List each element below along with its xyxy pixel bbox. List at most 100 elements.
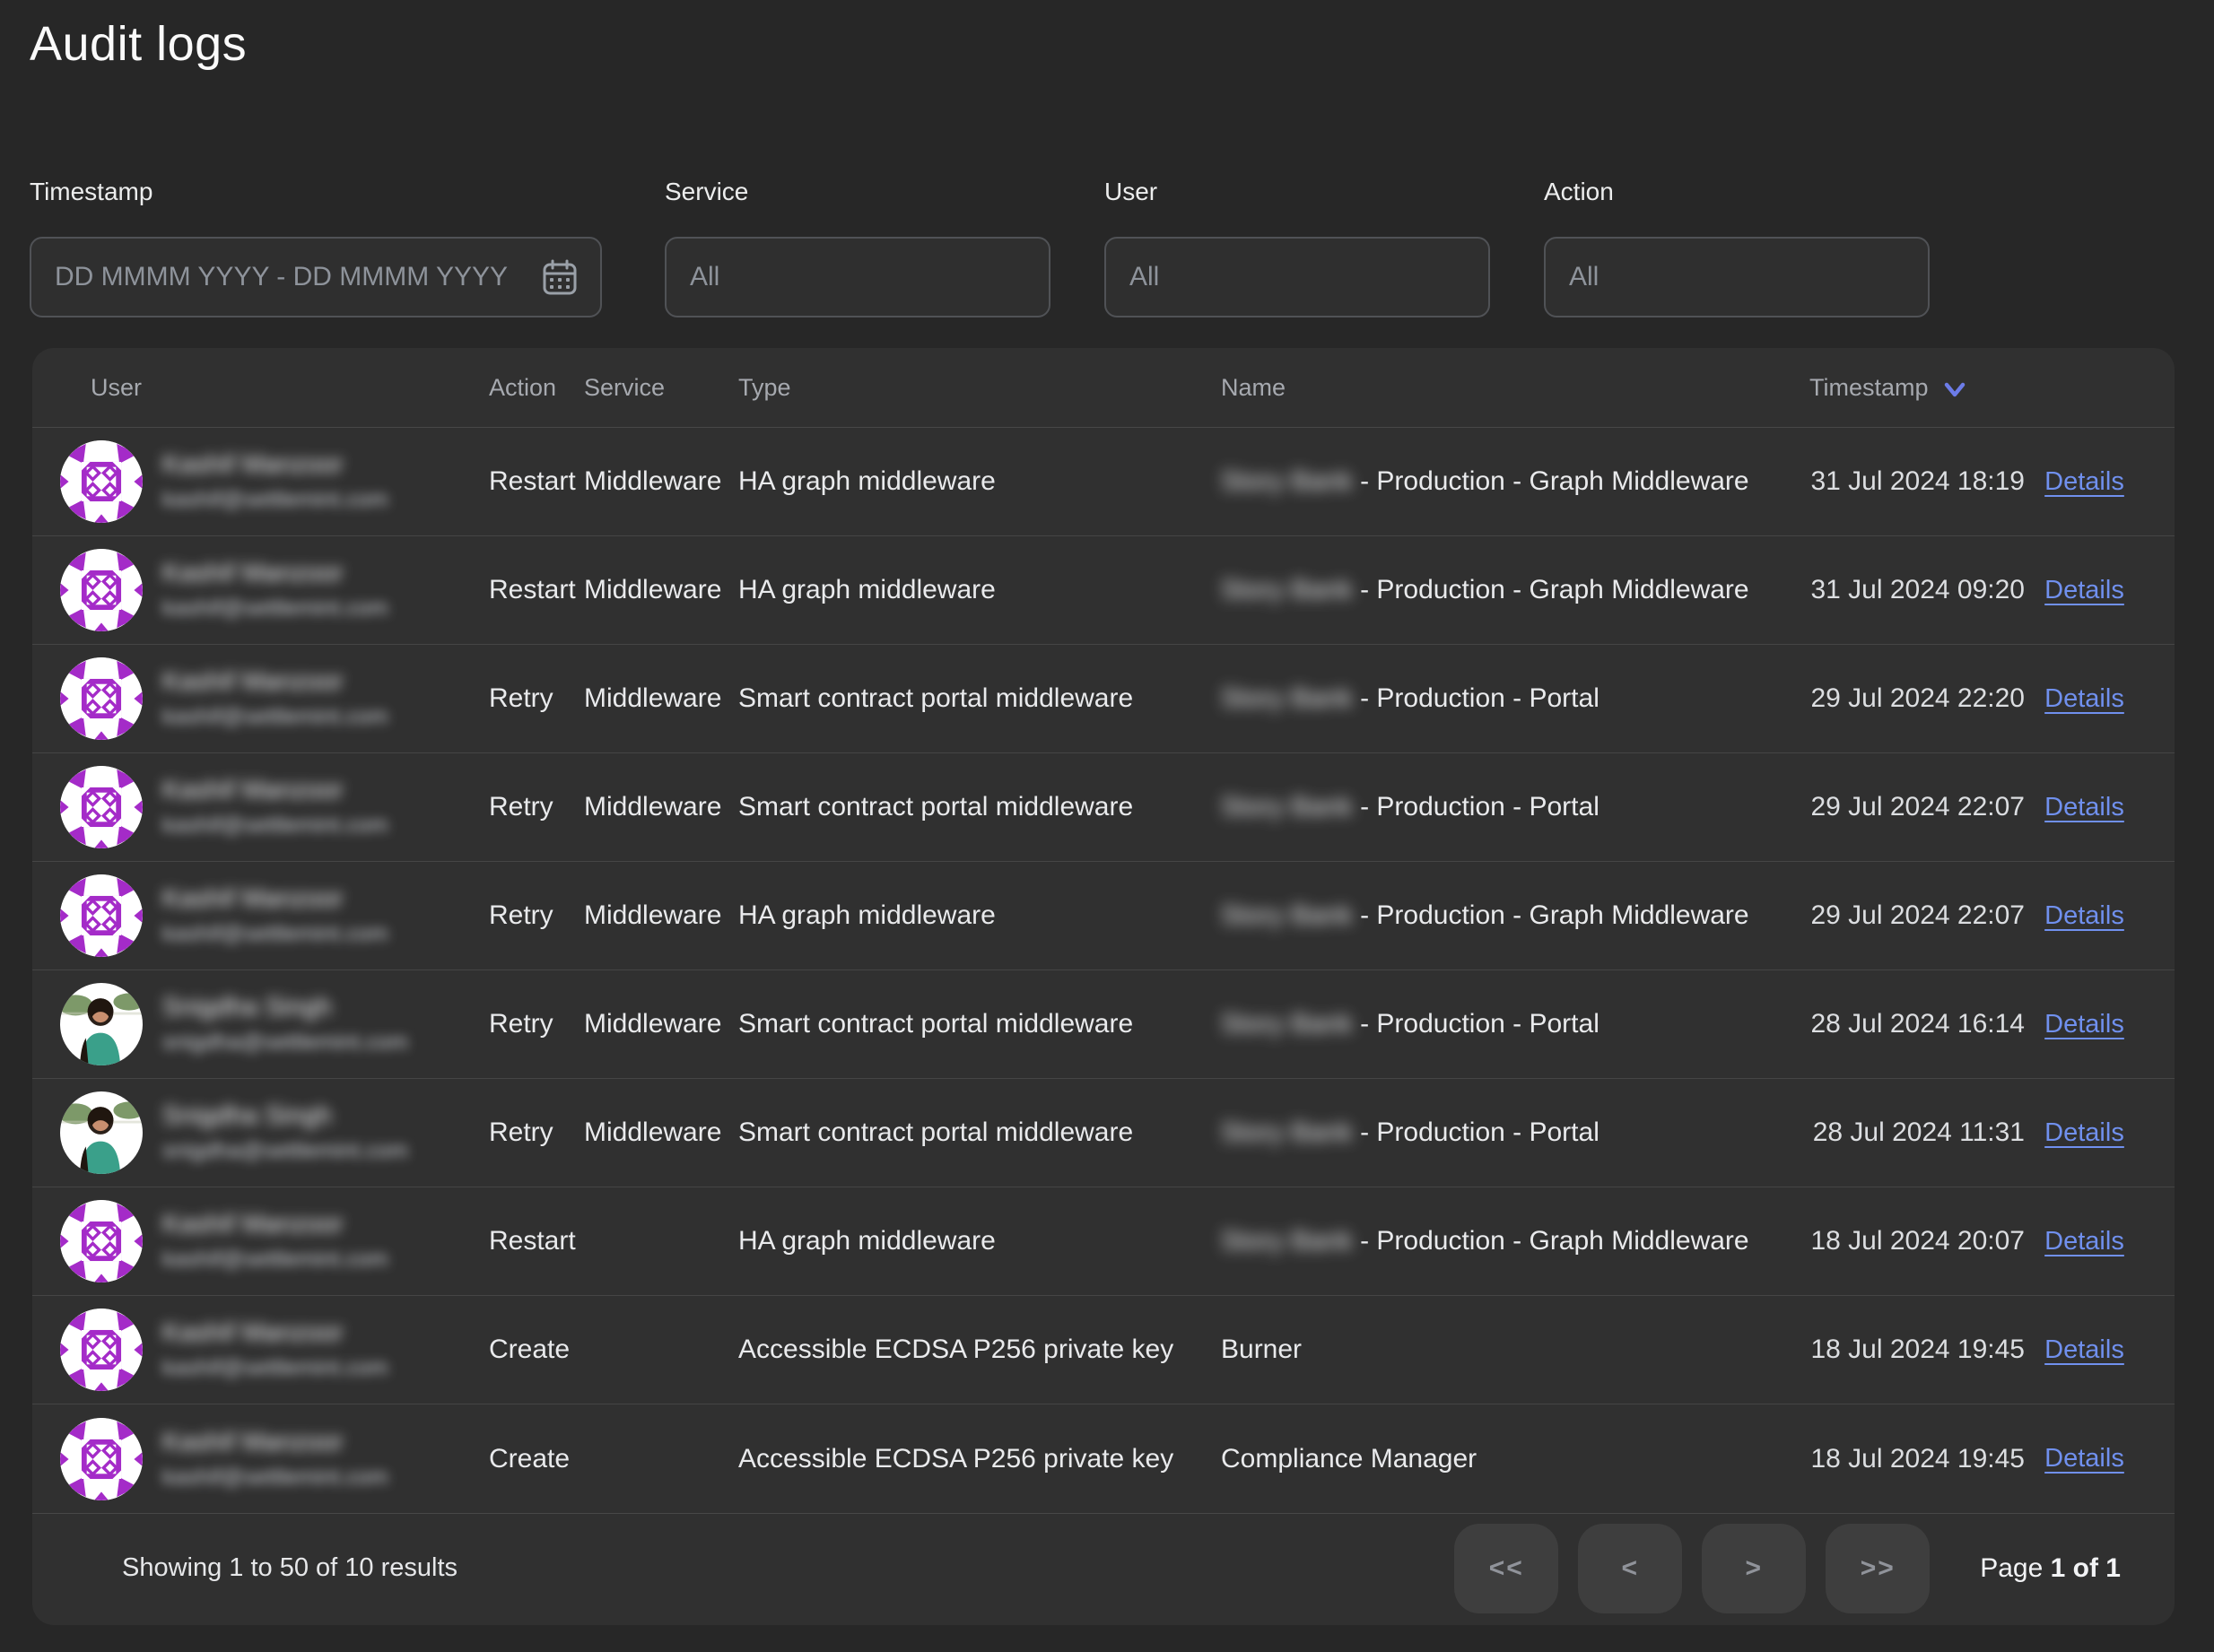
details-cell: Details xyxy=(2025,1335,2144,1365)
service-cell: Middleware xyxy=(584,683,738,714)
user-email-blurred: snigdha@settlemint.com xyxy=(162,1138,408,1164)
user-name-blurred: Snigdha Singh xyxy=(162,1101,408,1131)
service-select-field[interactable] xyxy=(690,262,1025,292)
column-header-user: User xyxy=(59,374,489,402)
action-cell: Retry xyxy=(489,900,584,931)
user-cell: Kashif Manzoor kashif@settlemint.com xyxy=(59,766,489,848)
user-identity: Snigdha Singh snigdha@settlemint.com xyxy=(162,993,408,1056)
user-identity: Kashif Manzoor kashif@settlemint.com xyxy=(162,776,388,839)
details-link[interactable]: Details xyxy=(2044,1010,2124,1039)
user-identity: Kashif Manzoor kashif@settlemint.com xyxy=(162,667,388,730)
table-row: Kashif Manzoor kashif@settlemint.com Cre… xyxy=(32,1296,2175,1404)
name-cell: Compliance Manager xyxy=(1221,1444,1809,1474)
avatar xyxy=(60,1418,143,1500)
user-cell: Snigdha Singh snigdha@settlemint.com xyxy=(59,983,489,1065)
details-cell: Details xyxy=(2025,1444,2144,1474)
service-cell: Middleware xyxy=(584,900,738,931)
table-body: Kashif Manzoor kashif@settlemint.com Res… xyxy=(32,427,2175,1513)
table-row: Kashif Manzoor kashif@settlemint.com Res… xyxy=(32,1187,2175,1296)
details-link[interactable]: Details xyxy=(2044,1227,2124,1256)
details-link[interactable]: Details xyxy=(2044,793,2124,822)
details-cell: Details xyxy=(2025,576,2144,605)
user-email-blurred: kashif@settlemint.com xyxy=(162,596,388,622)
details-cell: Details xyxy=(2025,467,2144,497)
avatar xyxy=(60,1309,143,1391)
first-page-button[interactable]: << xyxy=(1454,1524,1558,1613)
user-identity: Kashif Manzoor kashif@settlemint.com xyxy=(162,450,388,513)
user-select[interactable] xyxy=(1104,237,1490,317)
service-select[interactable] xyxy=(665,237,1050,317)
type-cell: Smart contract portal middleware xyxy=(738,1009,1221,1039)
type-cell: Accessible ECDSA P256 private key xyxy=(738,1335,1221,1365)
service-cell: Middleware xyxy=(584,466,738,497)
timestamp-cell: 31 Jul 2024 18:19 xyxy=(1809,466,2025,497)
timestamp-cell: 28 Jul 2024 16:14 xyxy=(1809,1009,2025,1039)
user-cell: Kashif Manzoor kashif@settlemint.com xyxy=(59,657,489,740)
sort-descending-chevron-icon xyxy=(1943,378,1966,401)
type-cell: HA graph middleware xyxy=(738,1226,1221,1256)
type-cell: HA graph middleware xyxy=(738,466,1221,497)
calendar-icon xyxy=(543,259,577,295)
last-page-button[interactable]: >> xyxy=(1826,1524,1930,1613)
filter-service-label: Service xyxy=(665,178,1050,206)
timestamp-range-input[interactable] xyxy=(30,237,602,317)
timestamp-cell: 29 Jul 2024 22:07 xyxy=(1809,900,2025,931)
audit-log-table: User Action Service Type Name Timestamp xyxy=(32,348,2175,1625)
name-cell: Story Bank - Production - Portal xyxy=(1221,683,1809,714)
action-select[interactable] xyxy=(1544,237,1930,317)
user-email-blurred: kashif@settlemint.com xyxy=(162,1355,388,1381)
name-cell: Story Bank - Production - Graph Middlewa… xyxy=(1221,900,1809,931)
details-cell: Details xyxy=(2025,793,2144,822)
avatar xyxy=(60,1200,143,1282)
table-row: Kashif Manzoor kashif@settlemint.com Ret… xyxy=(32,862,2175,970)
name-blurred-part: Story Bank xyxy=(1221,1226,1353,1256)
name-visible-part: - Production - Portal xyxy=(1360,1117,1599,1147)
details-link[interactable]: Details xyxy=(2044,576,2124,605)
user-name-blurred: Kashif Manzoor xyxy=(162,559,388,588)
details-link[interactable]: Details xyxy=(2044,467,2124,497)
details-link[interactable]: Details xyxy=(2044,901,2124,931)
name-cell: Story Bank - Production - Graph Middlewa… xyxy=(1221,1226,1809,1256)
user-select-field[interactable] xyxy=(1129,262,1465,292)
type-cell: Smart contract portal middleware xyxy=(738,683,1221,714)
user-email-blurred: kashif@settlemint.com xyxy=(162,1247,388,1273)
page-indicator-value: 1 of 1 xyxy=(2051,1553,2121,1583)
user-photo-avatar xyxy=(60,1091,143,1174)
details-link[interactable]: Details xyxy=(2044,1118,2124,1148)
details-cell: Details xyxy=(2025,1227,2144,1256)
service-cell: Middleware xyxy=(584,1009,738,1039)
table-footer: Showing 1 to 50 of 10 results << < > >> … xyxy=(32,1513,2175,1622)
user-email-blurred: kashif@settlemint.com xyxy=(162,487,388,513)
user-identity: Kashif Manzoor kashif@settlemint.com xyxy=(162,884,388,947)
details-cell: Details xyxy=(2025,684,2144,714)
action-cell: Create xyxy=(489,1335,584,1365)
timestamp-range-field[interactable] xyxy=(55,262,530,292)
name-cell: Story Bank - Production - Portal xyxy=(1221,1117,1809,1148)
action-cell: Restart xyxy=(489,575,584,605)
filter-user: User xyxy=(1104,178,1490,317)
column-header-timestamp[interactable]: Timestamp xyxy=(1809,374,2025,402)
name-visible-part: - Production - Portal xyxy=(1360,1009,1599,1039)
user-cell: Kashif Manzoor kashif@settlemint.com xyxy=(59,1309,489,1391)
user-name-blurred: Kashif Manzoor xyxy=(162,884,388,914)
table-header-row: User Action Service Type Name Timestamp xyxy=(32,348,2175,427)
audit-logs-page: Audit logs Timestamp Service xyxy=(0,0,2214,1652)
details-link[interactable]: Details xyxy=(2044,684,2124,714)
column-header-action: Action xyxy=(489,374,584,402)
type-cell: Accessible ECDSA P256 private key xyxy=(738,1444,1221,1474)
details-link[interactable]: Details xyxy=(2044,1444,2124,1474)
avatar xyxy=(60,874,143,957)
page-indicator: Page 1 of 1 xyxy=(1980,1553,2121,1584)
name-visible-part: Burner xyxy=(1221,1335,1302,1364)
previous-page-button[interactable]: < xyxy=(1578,1524,1682,1613)
table-row: Kashif Manzoor kashif@settlemint.com Res… xyxy=(32,536,2175,645)
geometric-pattern-avatar-icon xyxy=(60,440,143,523)
next-page-button[interactable]: > xyxy=(1702,1524,1806,1613)
avatar xyxy=(60,440,143,523)
details-link[interactable]: Details xyxy=(2044,1335,2124,1365)
action-select-field[interactable] xyxy=(1569,262,1905,292)
table-row: Kashif Manzoor kashif@settlemint.com Cre… xyxy=(32,1404,2175,1513)
timestamp-cell: 28 Jul 2024 11:31 xyxy=(1809,1117,2025,1148)
filter-user-label: User xyxy=(1104,178,1490,206)
service-cell: Middleware xyxy=(584,1117,738,1148)
